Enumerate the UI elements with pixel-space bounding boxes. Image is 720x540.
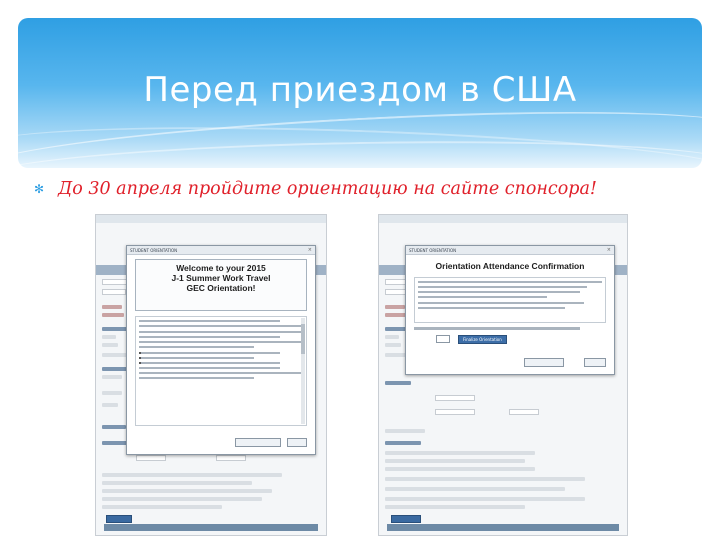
cancel-back-button[interactable]: [235, 438, 281, 447]
text-line: [139, 357, 254, 359]
welcome-subtitle: GEC Orientation!: [186, 283, 256, 293]
bg-field: [216, 455, 246, 461]
modal-header-label: STUDENT ORIENTATION: [409, 248, 457, 253]
bg-row: [102, 335, 116, 339]
text-line: [418, 286, 588, 288]
modal-header: STUDENT ORIENTATION ×: [127, 246, 315, 255]
welcome-modal: STUDENT ORIENTATION × Welcome to your 20…: [126, 245, 316, 455]
bg-row: [385, 477, 585, 481]
bg-row: [385, 459, 525, 463]
bg-row: [385, 335, 399, 339]
welcome-banner: Welcome to your 2015 J-1 Summer Work Tra…: [135, 259, 307, 311]
text-line: [139, 377, 254, 379]
screenshot-attendance: STUDENT ORIENTATION × Orientation Attend…: [378, 214, 628, 536]
slide-title: Перед приездом в США: [143, 70, 577, 110]
next-button[interactable]: [287, 438, 307, 447]
text-line: [139, 341, 303, 343]
text-line: [139, 352, 281, 354]
attendance-modal: STUDENT ORIENTATION × Orientation Attend…: [405, 245, 615, 375]
bg-row: [102, 343, 118, 347]
title-band: Перед приездом в США: [18, 18, 702, 168]
bullet-item: ✻ До 30 апреля пройдите ориентацию на са…: [34, 176, 597, 202]
bg-row: [385, 441, 421, 445]
bg-row: [385, 505, 525, 509]
bg-row: [385, 467, 535, 471]
bg-row: [385, 343, 401, 347]
bg-topbar: [379, 215, 627, 223]
bullet-text: До 30 апреля пройдите ориентацию на сайт…: [58, 179, 597, 199]
close-icon[interactable]: ×: [308, 246, 312, 255]
attendance-note: [414, 327, 581, 330]
bg-button: [106, 515, 132, 523]
modal-footer: [135, 438, 307, 448]
bg-row: [102, 505, 222, 509]
bg-field: [509, 409, 539, 415]
attendance-title: Orientation Attendance Confirmation: [435, 261, 585, 271]
bg-row: [385, 381, 411, 385]
bg-field: [435, 395, 475, 401]
text-line: [139, 336, 281, 338]
text-line: [418, 291, 580, 293]
finish-button[interactable]: [584, 358, 606, 367]
cancel-back-button[interactable]: [524, 358, 564, 367]
text-line: [139, 325, 303, 327]
bg-row: [385, 497, 585, 501]
bg-row: [102, 391, 122, 395]
orientation-text[interactable]: [135, 316, 307, 426]
bg-row: [385, 487, 565, 491]
screenshot-welcome: STUDENT ORIENTATION × Welcome to your 20…: [95, 214, 327, 536]
bg-field: [435, 409, 475, 415]
welcome-subtitle: J-1 Summer Work Travel: [171, 273, 271, 283]
bg-row: [102, 481, 252, 485]
bg-row: [102, 327, 128, 331]
initials-row: Finalize Orientation: [414, 335, 606, 345]
bg-row: [385, 305, 405, 309]
bg-row: [385, 313, 407, 317]
text-line: [139, 372, 303, 374]
modal-header: STUDENT ORIENTATION ×: [406, 246, 614, 255]
bg-row: [102, 403, 118, 407]
welcome-title: Welcome to your 2015: [176, 263, 266, 273]
attendance-text[interactable]: [414, 277, 606, 323]
bg-field: [102, 289, 126, 295]
bg-row: [102, 353, 128, 357]
bg-row: [102, 497, 262, 501]
bg-footer: [104, 524, 318, 531]
bg-button: [391, 515, 421, 523]
modal-header-label: STUDENT ORIENTATION: [130, 248, 178, 253]
modal-footer: [414, 358, 606, 368]
text-line: [139, 367, 281, 369]
text-line: [418, 281, 602, 283]
text-line: [139, 320, 281, 322]
initials-input[interactable]: [436, 335, 450, 343]
text-line: [418, 296, 547, 298]
text-line: [418, 307, 566, 309]
bg-topbar: [96, 215, 326, 223]
text-line: [139, 331, 303, 333]
text-line: [418, 302, 584, 304]
scrollbar[interactable]: [301, 318, 305, 424]
bg-row: [102, 375, 122, 379]
bg-row: [102, 367, 128, 371]
close-icon[interactable]: ×: [607, 246, 611, 255]
finalize-orientation-button[interactable]: Finalize Orientation: [458, 335, 507, 344]
bg-row: [102, 489, 272, 493]
bg-field: [136, 455, 166, 461]
bg-row: [385, 451, 535, 455]
text-line: [139, 346, 254, 348]
text-line: [139, 362, 281, 364]
bg-row: [102, 425, 126, 429]
bg-footer: [387, 524, 619, 531]
bg-row: [385, 429, 425, 433]
asterisk-bullet-icon: ✻: [34, 182, 45, 196]
bg-row: [102, 313, 124, 317]
bg-row: [102, 473, 282, 477]
bg-row: [102, 305, 122, 309]
